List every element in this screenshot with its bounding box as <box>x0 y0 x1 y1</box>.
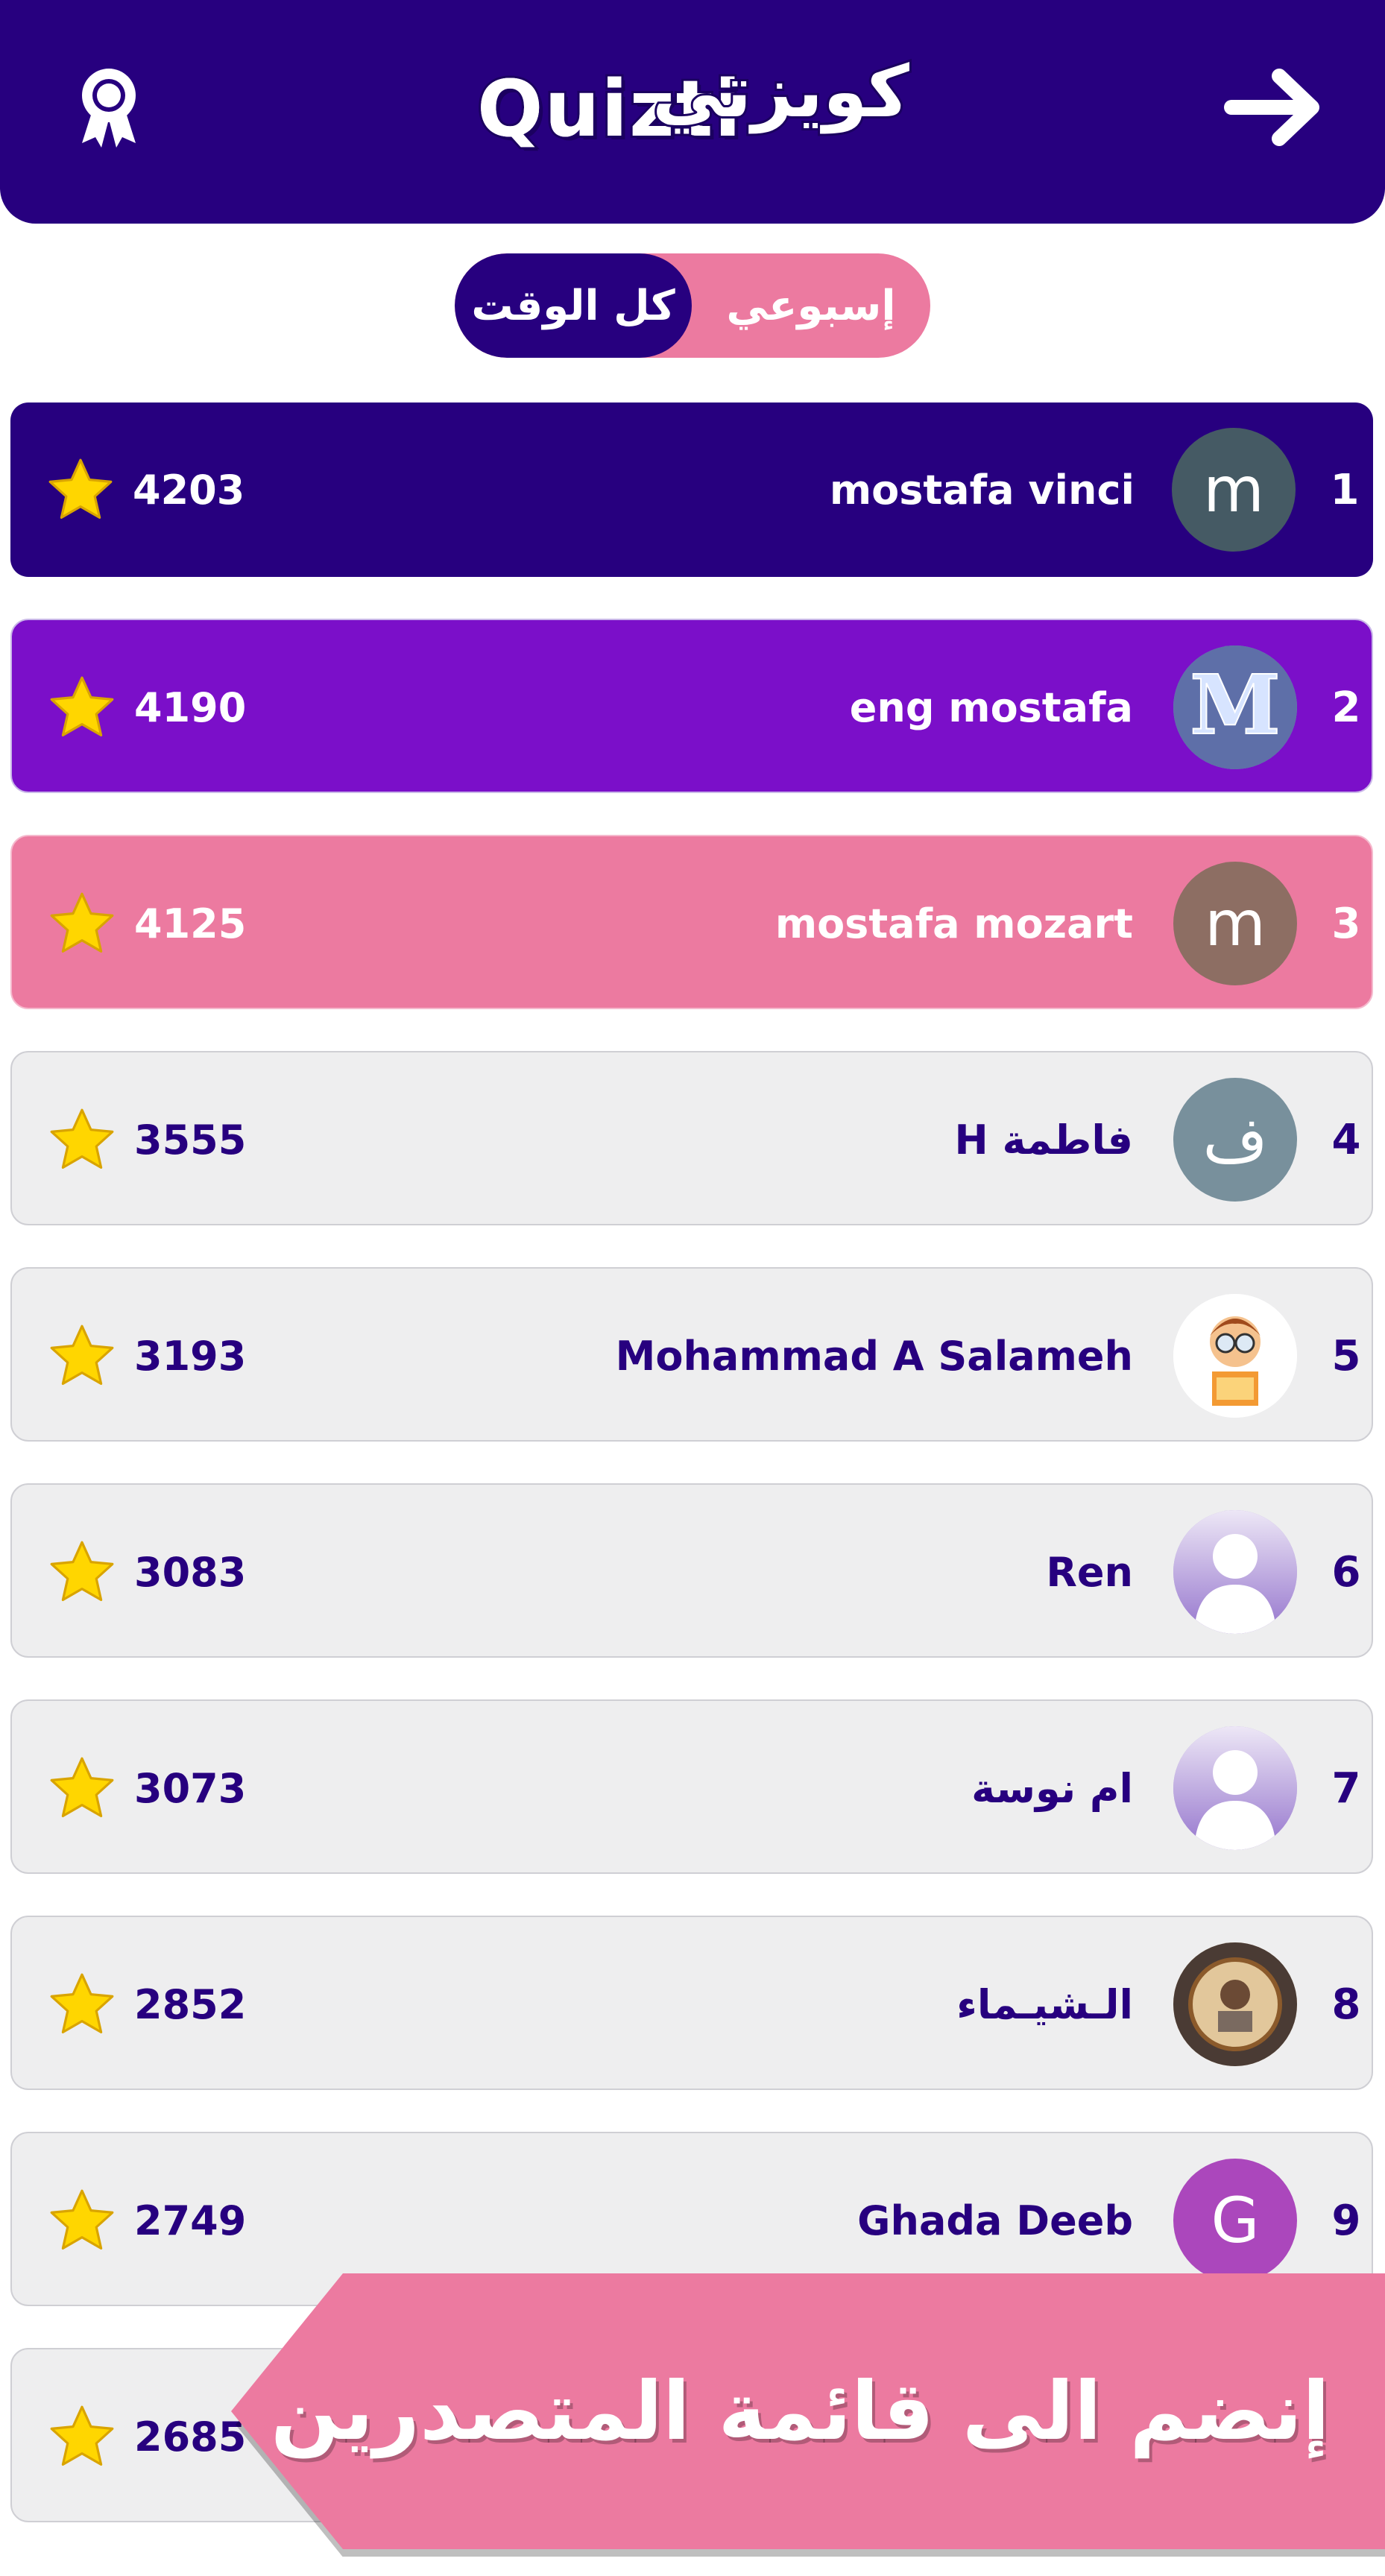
app-logo: Quizti كويزتي <box>475 41 912 175</box>
star-icon <box>46 1537 118 1609</box>
app-header: Quizti كويزتي <box>0 0 1385 224</box>
star-icon <box>46 2402 118 2473</box>
leaderboard-row[interactable]: 3193 Mohammad A Salameh 5 <box>10 1267 1373 1442</box>
player-avatar: M <box>1173 645 1297 769</box>
avatar-letter: m <box>1205 887 1266 960</box>
player-score: 3193 <box>134 1332 247 1380</box>
star-icon <box>46 1969 118 2041</box>
player-rank: 5 <box>1331 1331 1361 1380</box>
player-avatar <box>1173 1726 1297 1850</box>
player-rank: 6 <box>1331 1547 1361 1597</box>
player-avatar: G <box>1173 2159 1297 2282</box>
period-toggle: كل الوقت إسبوعي <box>455 253 930 358</box>
logo-arabic: كويزتي <box>650 48 912 136</box>
player-score: 3073 <box>134 1764 247 1812</box>
avatar-letter: G <box>1211 2184 1260 2257</box>
player-avatar <box>1173 1942 1297 2066</box>
player-score: 2749 <box>134 2197 247 2244</box>
star-icon <box>46 1105 118 1176</box>
star-icon <box>46 1753 118 1825</box>
player-name: mostafa mozart <box>774 900 1133 947</box>
banner-label: إنضم الى قائمة المتصدرين <box>271 2364 1330 2458</box>
join-leaderboard-banner[interactable]: إنضم الى قائمة المتصدرين <box>231 2273 1385 2557</box>
player-rank: 4 <box>1331 1115 1361 1164</box>
player-name: mostafa vinci <box>829 466 1135 514</box>
player-name: الـشيـماء <box>956 1980 1133 2028</box>
player-score: 4203 <box>133 466 245 514</box>
ribbon-award-icon[interactable] <box>75 66 143 149</box>
player-rank: 2 <box>1331 683 1361 732</box>
player-rank: 1 <box>1330 465 1360 514</box>
player-score: 4190 <box>134 684 247 731</box>
player-score: 2685 <box>134 2413 247 2460</box>
player-score: 3555 <box>134 1116 247 1164</box>
leaderboard-row[interactable]: 3555 فاطمة H ف 4 <box>10 1051 1373 1225</box>
svg-text:M: M <box>1190 657 1281 753</box>
star-icon <box>46 888 118 960</box>
avatar-letter: ف <box>1202 1103 1268 1176</box>
star-icon <box>46 672 118 744</box>
player-name: Mohammad A Salameh <box>615 1332 1133 1380</box>
leaderboard-row[interactable]: 3073 ام نوسة 7 <box>10 1699 1373 1874</box>
star-icon <box>46 1321 118 1392</box>
tab-weekly[interactable]: إسبوعي <box>692 253 930 358</box>
player-name: Ren <box>1046 1548 1133 1596</box>
leaderboard-row[interactable]: 4203 mostafa vinci m 1 <box>10 402 1373 577</box>
player-name: eng mostafa <box>849 684 1133 731</box>
arrow-right-icon[interactable] <box>1222 66 1327 149</box>
player-rank: 3 <box>1331 899 1361 948</box>
player-avatar: m <box>1172 428 1296 552</box>
player-name: ام نوسة <box>971 1764 1133 1812</box>
player-name: فاطمة H <box>954 1116 1133 1164</box>
player-rank: 7 <box>1331 1764 1361 1813</box>
player-avatar: ف <box>1173 1078 1297 1202</box>
leaderboard-row[interactable]: 4190 eng mostafa M 2 <box>10 619 1373 793</box>
tab-all-time[interactable]: كل الوقت <box>455 253 692 358</box>
star-icon <box>46 2185 118 2257</box>
avatar-letter: m <box>1203 453 1264 526</box>
star-icon <box>45 455 116 526</box>
player-avatar <box>1173 1510 1297 1634</box>
player-rank: 8 <box>1331 1980 1361 2029</box>
leaderboard-row[interactable]: 4125 mostafa mozart m 3 <box>10 835 1373 1009</box>
player-score: 3083 <box>134 1548 247 1596</box>
player-score: 2852 <box>134 1980 247 2028</box>
leaderboard-row[interactable]: 2852 الـشيـماء 8 <box>10 1916 1373 2090</box>
player-score: 4125 <box>134 900 247 947</box>
leaderboard-row[interactable]: 3083 Ren 6 <box>10 1483 1373 1658</box>
player-avatar <box>1173 1294 1297 1418</box>
player-avatar: m <box>1173 862 1297 985</box>
